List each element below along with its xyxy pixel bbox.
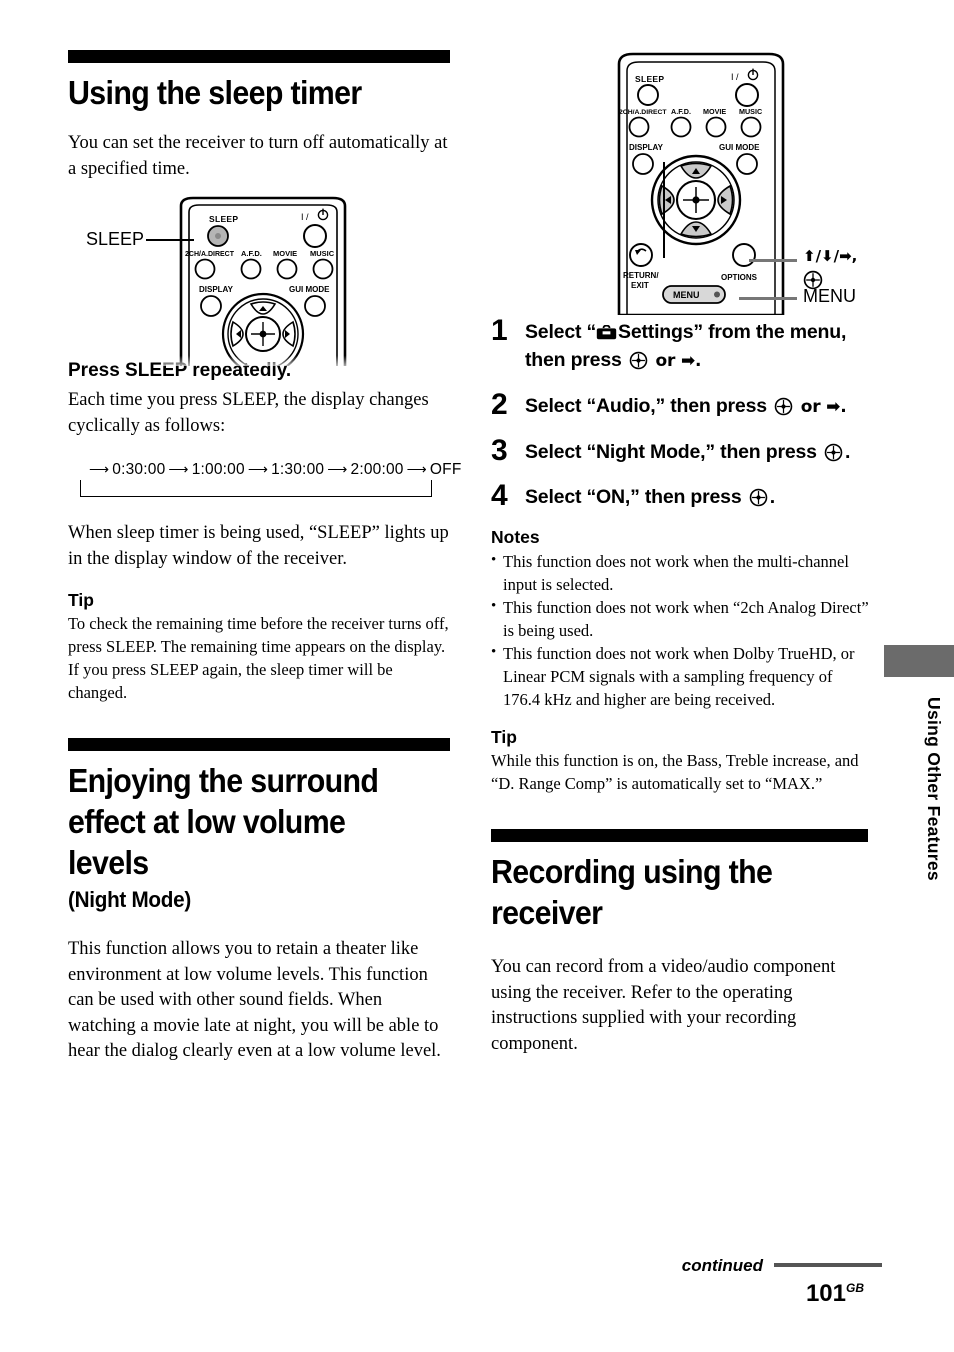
step-number: 4 xyxy=(491,479,508,512)
press-sleep-body: Each time you press SLEEP, the display c… xyxy=(68,390,429,436)
step-4: 4 Select “ON,” then press . xyxy=(491,480,869,511)
svg-text:SLEEP: SLEEP xyxy=(635,74,664,84)
step-2-text-a: Select “Audio,” then press xyxy=(525,395,773,417)
tip-body-left: To check the remaining time before the r… xyxy=(68,614,449,702)
cycle-value-0: 0:30:00 xyxy=(112,461,166,478)
enter-icon xyxy=(629,351,648,370)
note-item: This function does not work when Dolby T… xyxy=(491,641,869,711)
svg-text:EXIT: EXIT xyxy=(631,281,649,290)
tip-body-right: While this function is on, the Bass, Tre… xyxy=(491,751,859,793)
svg-text:2CH/A.DIRECT: 2CH/A.DIRECT xyxy=(185,251,235,258)
svg-text:MOVIE: MOVIE xyxy=(273,249,297,258)
step-3-text-b: . xyxy=(844,441,851,463)
page-title-recording: Recording using the receiver xyxy=(491,853,773,931)
page-title-night-mode: Enjoying the surround effect at low volu… xyxy=(68,762,379,881)
enter-icon xyxy=(774,397,793,416)
enter-icon xyxy=(824,443,843,462)
svg-text:2CH/A.DIRECT: 2CH/A.DIRECT xyxy=(619,109,667,116)
svg-text:A.F.D.: A.F.D. xyxy=(671,107,691,116)
svg-text:MUSIC: MUSIC xyxy=(310,249,335,258)
note-item: This function does not work when the mul… xyxy=(491,549,869,596)
continued-label: continued xyxy=(681,1256,763,1275)
svg-text:MOVIE: MOVIE xyxy=(703,107,726,116)
svg-text:DISPLAY: DISPLAY xyxy=(629,143,664,152)
svg-text:OPTIONS: OPTIONS xyxy=(721,273,758,282)
step-1: 1 Select “Settings” from the menu, then … xyxy=(491,315,869,375)
step-3-text-a: Select “Night Mode,” then press xyxy=(525,441,822,463)
callout-arrow-keys-label: ⬆/⬇/➡, xyxy=(803,247,858,265)
step-4-text-a: Select “ON,” then press xyxy=(525,486,747,508)
right-column: SLEEP I / 2CH/A.DIRECT A.F.D. MOVIE MUSI… xyxy=(491,50,869,1057)
step-4-text-b: . xyxy=(769,486,775,508)
callout-arrows-leader xyxy=(749,259,797,262)
enter-icon xyxy=(749,488,768,507)
sleep-timer-intro: You can set the receiver to turn off aut… xyxy=(68,133,448,179)
side-tab-block xyxy=(884,645,954,677)
svg-text:GUI MODE: GUI MODE xyxy=(289,285,330,294)
left-column: Using the sleep timer You can set the re… xyxy=(68,50,461,1065)
svg-text:GUI MODE: GUI MODE xyxy=(719,143,760,152)
recording-body: You can record from a video/audio compon… xyxy=(491,957,836,1054)
note-item: This function does not work when “2ch An… xyxy=(491,595,869,642)
sleep-lights-text: When sleep timer is being used, “SLEEP” … xyxy=(68,523,449,569)
remote-figure-sleep: SLEEP SLEEP I / 2CH/A.DIRECT A.F.D. MOVI… xyxy=(68,196,450,366)
remote-figure-menu: SLEEP I / 2CH/A.DIRECT A.F.D. MOVIE MUSI… xyxy=(491,50,869,315)
section-rule-top xyxy=(68,50,450,63)
cycle-value-3: 2:00:00 xyxy=(350,461,404,478)
section-rule-recording xyxy=(491,829,868,842)
remote-body-left: SLEEP I / 2CH/A.DIRECT A.F.D. MOVIE MUSI… xyxy=(163,196,363,366)
section-rule-night-mode xyxy=(68,738,450,751)
page-footer: continued 101GB xyxy=(682,1256,882,1308)
svg-text:I /: I / xyxy=(731,72,739,82)
callout-menu-leader xyxy=(739,297,797,300)
page-title-sleep-timer: Using the sleep timer xyxy=(68,74,362,111)
page-number-group: 101GB xyxy=(682,1280,882,1308)
step-text: Select “Settings” from the menu, then pr… xyxy=(525,315,869,375)
cycle-value-2: 1:30:00 xyxy=(271,461,325,478)
continued-row: continued xyxy=(682,1256,882,1276)
step-text: Select “Night Mode,” then press . xyxy=(525,435,850,466)
tip-heading-left: Tip xyxy=(68,590,94,610)
step-3: 3 Select “Night Mode,” then press . xyxy=(491,435,869,466)
cycle-value-4: OFF xyxy=(429,461,462,478)
night-mode-body: This function allows you to retain a the… xyxy=(68,939,441,1061)
svg-text:DISPLAY: DISPLAY xyxy=(199,285,234,294)
side-tab-label: Using Other Features xyxy=(924,697,944,881)
step-text: Select “ON,” then press . xyxy=(525,480,775,511)
step-text: Select “Audio,” then press or ➡. xyxy=(525,389,847,421)
svg-text:I /: I / xyxy=(301,212,309,222)
steps-list: 1 Select “Settings” from the menu, then … xyxy=(491,315,869,511)
tip-heading-right: Tip xyxy=(491,727,517,747)
remote-body-right: SLEEP I / 2CH/A.DIRECT A.F.D. MOVIE MUSI… xyxy=(601,52,801,315)
sleep-cycle-diagram: ⟶ 0:30:00 ⟶ 1:00:00 ⟶ 1:30:00 ⟶ 2:00:00 ⟶ OFF xyxy=(80,459,461,499)
svg-text:MUSIC: MUSIC xyxy=(739,107,762,116)
callout-menu-label: MENU xyxy=(803,286,856,306)
callout-sleep-label: SLEEP xyxy=(86,229,145,249)
step-1-text-c: or ➡. xyxy=(649,351,702,371)
side-tab: Using Other Features xyxy=(884,645,954,945)
notes-list: This function does not work when the mul… xyxy=(491,549,869,711)
svg-text:RETURN/: RETURN/ xyxy=(623,271,659,280)
step-number: 1 xyxy=(491,314,508,347)
step-number: 2 xyxy=(491,388,508,421)
subtitle-night-mode: (Night Mode) xyxy=(68,887,191,912)
svg-text:A.F.D.: A.F.D. xyxy=(241,249,262,258)
step-2: 2 Select “Audio,” then press or ➡. xyxy=(491,389,869,421)
page-suffix: GB xyxy=(846,1281,864,1295)
step-number: 3 xyxy=(491,434,508,467)
notes-heading: Notes xyxy=(491,527,540,547)
svg-text:SLEEP: SLEEP xyxy=(209,214,238,224)
manual-page: Using the sleep timer You can set the re… xyxy=(0,0,954,1352)
step-1-text-a: Select “ xyxy=(525,321,597,343)
toolbox-icon xyxy=(596,320,617,340)
cycle-value-1: 1:00:00 xyxy=(191,461,245,478)
page-number: 101 xyxy=(805,1280,846,1307)
step-2-text-b: or ➡. xyxy=(795,397,847,417)
footer-rule xyxy=(774,1263,882,1267)
cycle-sequence: ⟶ 0:30:00 ⟶ 1:00:00 ⟶ 1:30:00 ⟶ 2:00:00 ⟶ OFF xyxy=(80,459,461,480)
